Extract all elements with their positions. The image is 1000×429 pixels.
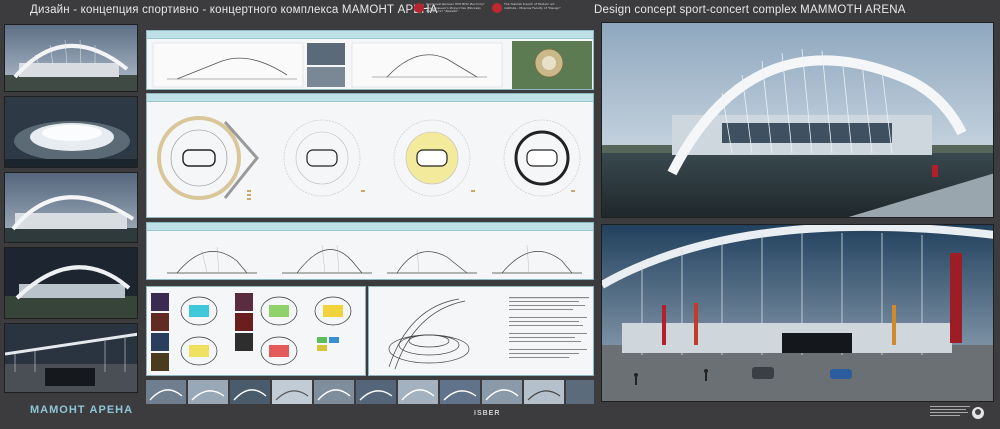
floor-plans-panel: [146, 93, 594, 218]
panel-header: [147, 94, 593, 102]
institute-name-ru: Якутский филиал НОУ ВПО Институт Совреме…: [426, 2, 485, 14]
panel-header: [147, 223, 593, 231]
render-thumbnail-4: [4, 247, 138, 319]
designer-logo: ISBER: [474, 410, 501, 417]
institute-emblem-icon: [414, 3, 424, 13]
render-strip: [146, 380, 594, 404]
render-main-entrance: [601, 224, 994, 402]
title-english: Design concept sport-concert complex MAM…: [594, 4, 906, 16]
render-thumbnail-3: [4, 172, 138, 243]
render-thumbnail-5: [4, 323, 138, 393]
axonometric-panel: [368, 286, 594, 376]
elevations-panel: [146, 222, 594, 280]
site-plan-panel: [146, 30, 594, 90]
credits-block: [930, 404, 984, 424]
arena-logo: МАМОНТ АРЕНА: [30, 404, 134, 416]
floor-plan-1: [157, 116, 259, 200]
presentation-board: Дизайн - концепция спортивно - концертно…: [0, 0, 1000, 429]
title-russian: Дизайн - концепция спортивно - концертно…: [30, 4, 438, 16]
render-main-day: [601, 22, 994, 218]
seating-variants-panel: [146, 286, 366, 376]
render-thumbnail-1: [4, 24, 138, 92]
institute-emblem-icon: [492, 3, 502, 13]
institute-name-en: The Yakutsk branch of Modern art institu…: [504, 2, 561, 10]
panel-header: [147, 31, 593, 39]
render-thumbnail-2: [4, 96, 138, 168]
